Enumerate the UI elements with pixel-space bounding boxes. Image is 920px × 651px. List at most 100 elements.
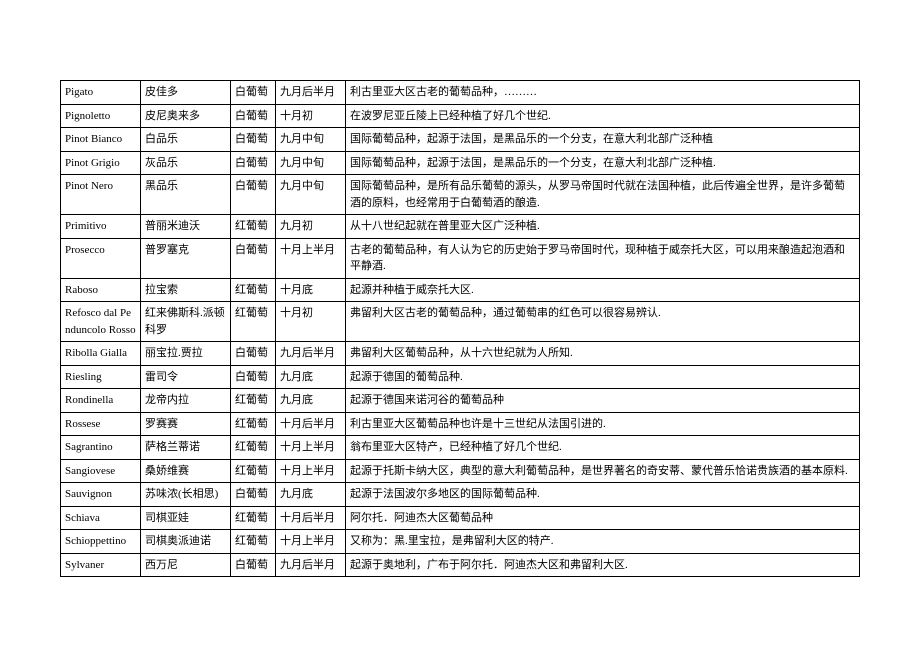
table-cell: Raboso [61, 278, 141, 302]
table-cell: 拉宝索 [141, 278, 231, 302]
table-row: Pinot Grigio灰品乐白葡萄九月中旬国际葡萄品种，起源于法国，是黑品乐的… [61, 151, 860, 175]
table-cell: 白葡萄 [231, 238, 276, 278]
table-cell: 白葡萄 [231, 81, 276, 105]
table-cell: 雷司令 [141, 365, 231, 389]
table-cell: 九月后半月 [276, 81, 346, 105]
table-cell: 十月底 [276, 278, 346, 302]
table-cell: 翁布里亚大区特产，已经种植了好几个世纪. [346, 436, 860, 460]
table-cell: 红葡萄 [231, 412, 276, 436]
table-cell: 十月后半月 [276, 412, 346, 436]
table-cell: 起源于奥地利，广布于阿尔托．阿迪杰大区和弗留利大区. [346, 553, 860, 577]
table-cell: 白品乐 [141, 128, 231, 152]
table-cell: 从十八世纪起就在普里亚大区广泛种植. [346, 215, 860, 239]
table-cell: 十月上半月 [276, 436, 346, 460]
table-row: Sauvignon苏味浓(长相思)白葡萄九月底起源于法国波尔多地区的国际葡萄品种… [61, 483, 860, 507]
table-cell: Rossese [61, 412, 141, 436]
table-cell: 白葡萄 [231, 104, 276, 128]
table-row: Pignoletto皮尼奥来多白葡萄十月初在波罗尼亚丘陵上已经种植了好几个世纪. [61, 104, 860, 128]
table-cell: 西万尼 [141, 553, 231, 577]
table-cell: 十月后半月 [276, 506, 346, 530]
table-cell: 起源于托斯卡纳大区，典型的意大利葡萄品种，是世界著名的奇安蒂、蒙代普乐恰诺贵族酒… [346, 459, 860, 483]
table-cell: Pinot Nero [61, 175, 141, 215]
table-row: Rossese罗赛赛红葡萄十月后半月利古里亚大区葡萄品种也许是十三世纪从法国引进… [61, 412, 860, 436]
table-cell: 萨格兰蒂诺 [141, 436, 231, 460]
table-cell: Sangiovese [61, 459, 141, 483]
table-cell: 红葡萄 [231, 436, 276, 460]
table-cell: 灰品乐 [141, 151, 231, 175]
table-row: Refosco dal Penduncolo Rosso红来佛斯科.派顿科罗红葡… [61, 302, 860, 342]
table-row: Pinot Nero黑品乐白葡萄九月中旬国际葡萄品种，是所有品乐葡萄的源头，从罗… [61, 175, 860, 215]
table-cell: 司棋奥派迪诺 [141, 530, 231, 554]
table-cell: 白葡萄 [231, 128, 276, 152]
table-row: Pinot Bianco白品乐白葡萄九月中旬国际葡萄品种，起源于法国，是黑品乐的… [61, 128, 860, 152]
table-row: Sylvaner西万尼白葡萄九月后半月起源于奥地利，广布于阿尔托．阿迪杰大区和弗… [61, 553, 860, 577]
table-cell: 在波罗尼亚丘陵上已经种植了好几个世纪. [346, 104, 860, 128]
table-row: Raboso拉宝索红葡萄十月底起源并种植于威奈托大区. [61, 278, 860, 302]
table-row: Prosecco普罗塞克白葡萄十月上半月古老的葡萄品种，有人认为它的历史始于罗马… [61, 238, 860, 278]
table-row: Sagrantino萨格兰蒂诺红葡萄十月上半月翁布里亚大区特产，已经种植了好几个… [61, 436, 860, 460]
table-cell: Schiava [61, 506, 141, 530]
table-cell: 九月底 [276, 389, 346, 413]
table-cell: 九月底 [276, 483, 346, 507]
table-cell: 国际葡萄品种，起源于法国，是黑品乐的一个分支，在意大利北部广泛种植. [346, 151, 860, 175]
table-cell: Pinot Grigio [61, 151, 141, 175]
table-cell: 红来佛斯科.派顿科罗 [141, 302, 231, 342]
table-cell: 龙帝内拉 [141, 389, 231, 413]
table-cell: 红葡萄 [231, 459, 276, 483]
table-cell: 红葡萄 [231, 215, 276, 239]
table-cell: 国际葡萄品种，起源于法国，是黑品乐的一个分支，在意大利北部广泛种植 [346, 128, 860, 152]
table-cell: 九月中旬 [276, 175, 346, 215]
table-cell: 十月上半月 [276, 238, 346, 278]
table-cell: Primitivo [61, 215, 141, 239]
table-cell: 普罗塞克 [141, 238, 231, 278]
table-row: Primitivo普丽米迪沃红葡萄九月初从十八世纪起就在普里亚大区广泛种植. [61, 215, 860, 239]
table-row: Ribolla Gialla丽宝拉.贾拉白葡萄九月后半月弗留利大区葡萄品种，从十… [61, 342, 860, 366]
table-cell: 十月初 [276, 104, 346, 128]
table-row: Sangiovese桑娇维赛红葡萄十月上半月起源于托斯卡纳大区，典型的意大利葡萄… [61, 459, 860, 483]
table-cell: 九月后半月 [276, 553, 346, 577]
table-row: Rondinella龙帝内拉红葡萄九月底起源于德国来诺河谷的葡萄品种 [61, 389, 860, 413]
table-cell: Schioppettino [61, 530, 141, 554]
table-cell: 弗留利大区古老的葡萄品种，通过葡萄串的红色可以很容易辨认. [346, 302, 860, 342]
table-cell: 十月上半月 [276, 459, 346, 483]
table-cell: 阿尔托．阿迪杰大区葡萄品种 [346, 506, 860, 530]
table-cell: Sagrantino [61, 436, 141, 460]
table-cell: 白葡萄 [231, 342, 276, 366]
table-cell: 又称为：黑.里宝拉，是弗留利大区的特产. [346, 530, 860, 554]
grape-varieties-table: Pigato皮佳多白葡萄九月后半月利古里亚大区古老的葡萄品种，………Pignol… [60, 80, 860, 577]
table-cell: Rondinella [61, 389, 141, 413]
table-cell: 起源于德国来诺河谷的葡萄品种 [346, 389, 860, 413]
table-row: Riesling雷司令白葡萄九月底起源于德国的葡萄品种. [61, 365, 860, 389]
table-cell: Ribolla Gialla [61, 342, 141, 366]
table-cell: 司棋亚娃 [141, 506, 231, 530]
table-cell: 十月上半月 [276, 530, 346, 554]
table-cell: 白葡萄 [231, 365, 276, 389]
table-cell: 利古里亚大区古老的葡萄品种，……… [346, 81, 860, 105]
page-container: Pigato皮佳多白葡萄九月后半月利古里亚大区古老的葡萄品种，………Pignol… [0, 0, 920, 651]
table-cell: 九月初 [276, 215, 346, 239]
table-cell: Pignoletto [61, 104, 141, 128]
table-body: Pigato皮佳多白葡萄九月后半月利古里亚大区古老的葡萄品种，………Pignol… [61, 81, 860, 577]
table-cell: 红葡萄 [231, 530, 276, 554]
table-cell: 皮佳多 [141, 81, 231, 105]
table-cell: Sauvignon [61, 483, 141, 507]
table-cell: 九月底 [276, 365, 346, 389]
table-cell: 起源并种植于威奈托大区. [346, 278, 860, 302]
table-cell: 起源于法国波尔多地区的国际葡萄品种. [346, 483, 860, 507]
table-cell: 桑娇维赛 [141, 459, 231, 483]
table-cell: 红葡萄 [231, 389, 276, 413]
table-cell: 白葡萄 [231, 175, 276, 215]
table-cell: 红葡萄 [231, 506, 276, 530]
table-cell: 起源于德国的葡萄品种. [346, 365, 860, 389]
table-cell: 弗留利大区葡萄品种，从十六世纪就为人所知. [346, 342, 860, 366]
table-cell: 九月中旬 [276, 151, 346, 175]
table-cell: 九月后半月 [276, 342, 346, 366]
table-cell: 普丽米迪沃 [141, 215, 231, 239]
table-cell: 白葡萄 [231, 151, 276, 175]
table-row: Schiava司棋亚娃红葡萄十月后半月阿尔托．阿迪杰大区葡萄品种 [61, 506, 860, 530]
table-cell: 丽宝拉.贾拉 [141, 342, 231, 366]
table-cell: 国际葡萄品种，是所有品乐葡萄的源头，从罗马帝国时代就在法国种植，此后传遍全世界，… [346, 175, 860, 215]
table-cell: Sylvaner [61, 553, 141, 577]
table-cell: 白葡萄 [231, 553, 276, 577]
table-cell: 罗赛赛 [141, 412, 231, 436]
